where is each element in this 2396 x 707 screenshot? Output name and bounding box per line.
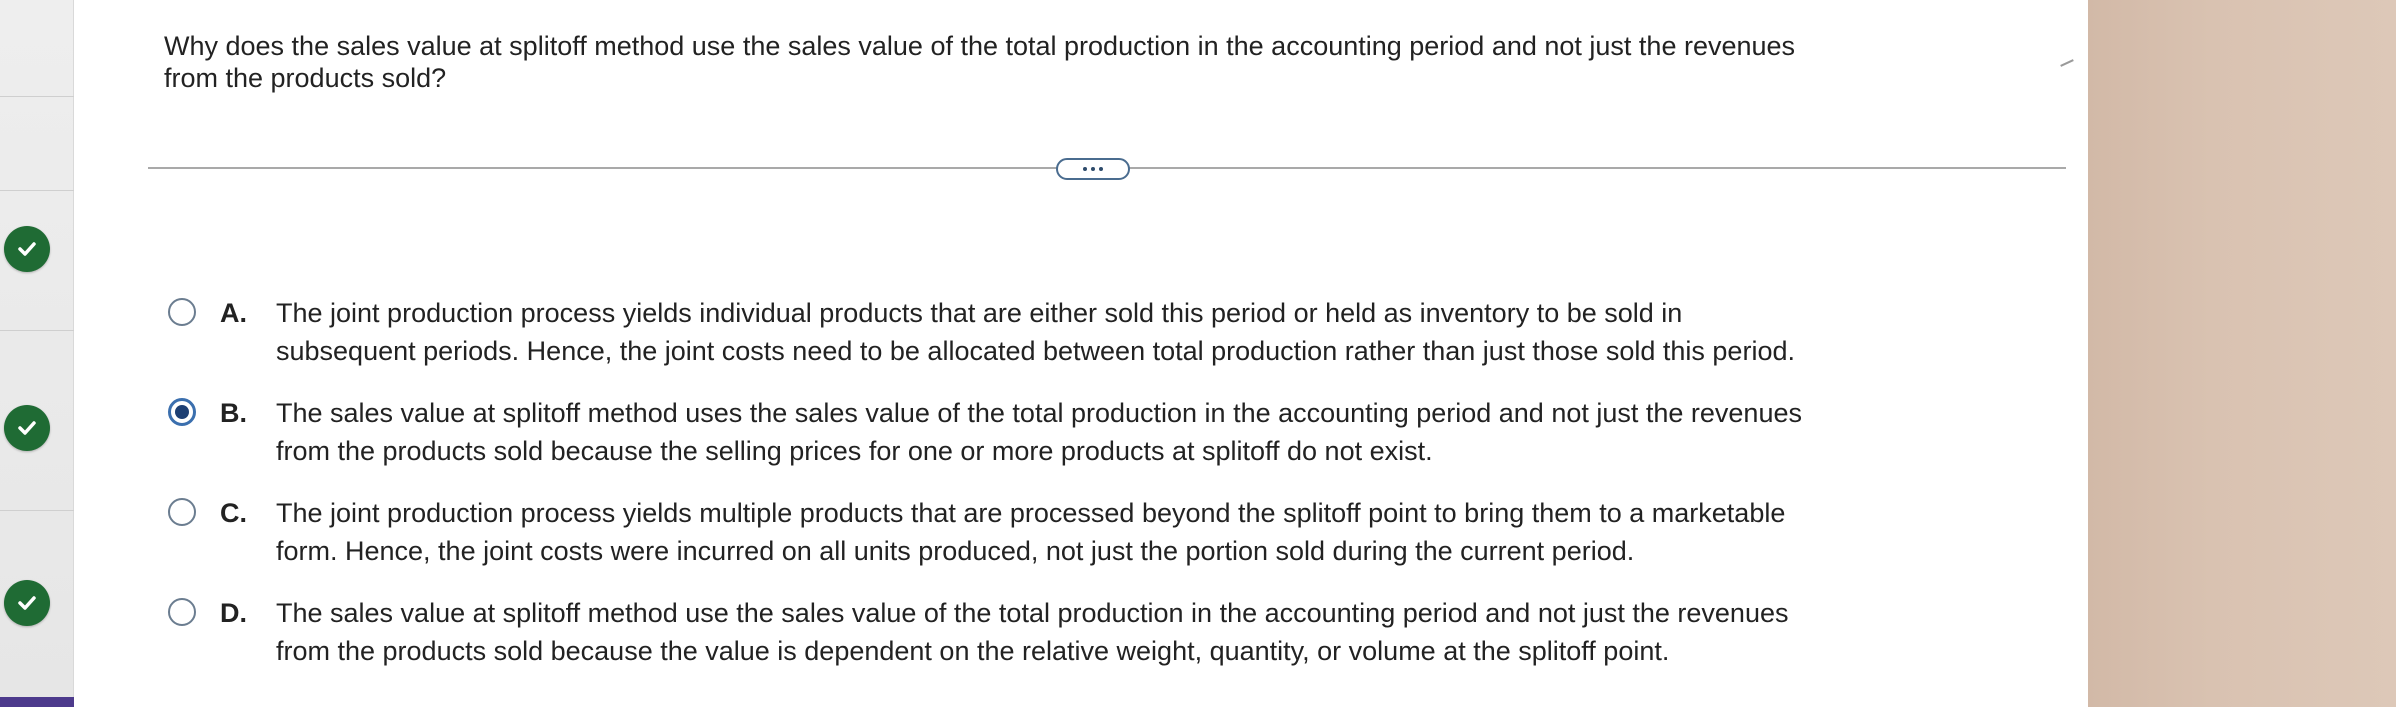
radio-button-selected[interactable] bbox=[168, 398, 196, 426]
check-icon[interactable] bbox=[4, 580, 50, 626]
rail-divider bbox=[0, 510, 74, 511]
option-line: from the products sold because the value… bbox=[276, 636, 1670, 666]
radio-button[interactable] bbox=[168, 498, 196, 526]
radio-button[interactable] bbox=[168, 298, 196, 326]
ellipsis-icon bbox=[1083, 167, 1087, 171]
option-letter: A. bbox=[220, 298, 247, 328]
option-line: from the products sold because the selli… bbox=[276, 436, 1433, 466]
question-line: from the products sold? bbox=[164, 63, 447, 93]
option-letter: B. bbox=[220, 398, 247, 428]
option-text: The joint production process yields indi… bbox=[276, 294, 2236, 370]
left-question-rail bbox=[0, 0, 74, 707]
option-line: The sales value at splitoff method use t… bbox=[276, 598, 1789, 628]
option-line: The joint production process yields indi… bbox=[276, 298, 1683, 328]
option-line: subsequent periods. Hence, the joint cos… bbox=[276, 336, 1795, 366]
check-icon[interactable] bbox=[4, 226, 50, 272]
ellipsis-icon bbox=[1091, 167, 1095, 171]
option-letter: D. bbox=[220, 598, 247, 628]
option-text: The joint production process yields mult… bbox=[276, 494, 2236, 570]
option-text: The sales value at splitoff method uses … bbox=[276, 394, 2236, 470]
question-line: Why does the sales value at splitoff met… bbox=[164, 31, 1796, 61]
option-text: The sales value at splitoff method use t… bbox=[276, 594, 2236, 670]
rail-divider bbox=[0, 330, 74, 331]
option-line: The sales value at splitoff method uses … bbox=[276, 398, 1802, 428]
rail-divider bbox=[0, 190, 74, 191]
option-letter: C. bbox=[220, 498, 247, 528]
option-line: form. Hence, the joint costs were incurr… bbox=[276, 536, 1635, 566]
rail-divider bbox=[0, 96, 74, 97]
expand-more-button[interactable] bbox=[1056, 158, 1130, 180]
ellipsis-icon bbox=[1099, 167, 1103, 171]
option-line: The joint production process yields mult… bbox=[276, 498, 1786, 528]
check-icon[interactable] bbox=[4, 405, 50, 451]
screen: Why does the sales value at splitoff met… bbox=[0, 0, 2396, 707]
question-text: Why does the sales value at splitoff met… bbox=[164, 30, 2064, 94]
radio-button[interactable] bbox=[168, 598, 196, 626]
rail-accent-bar bbox=[0, 697, 74, 707]
